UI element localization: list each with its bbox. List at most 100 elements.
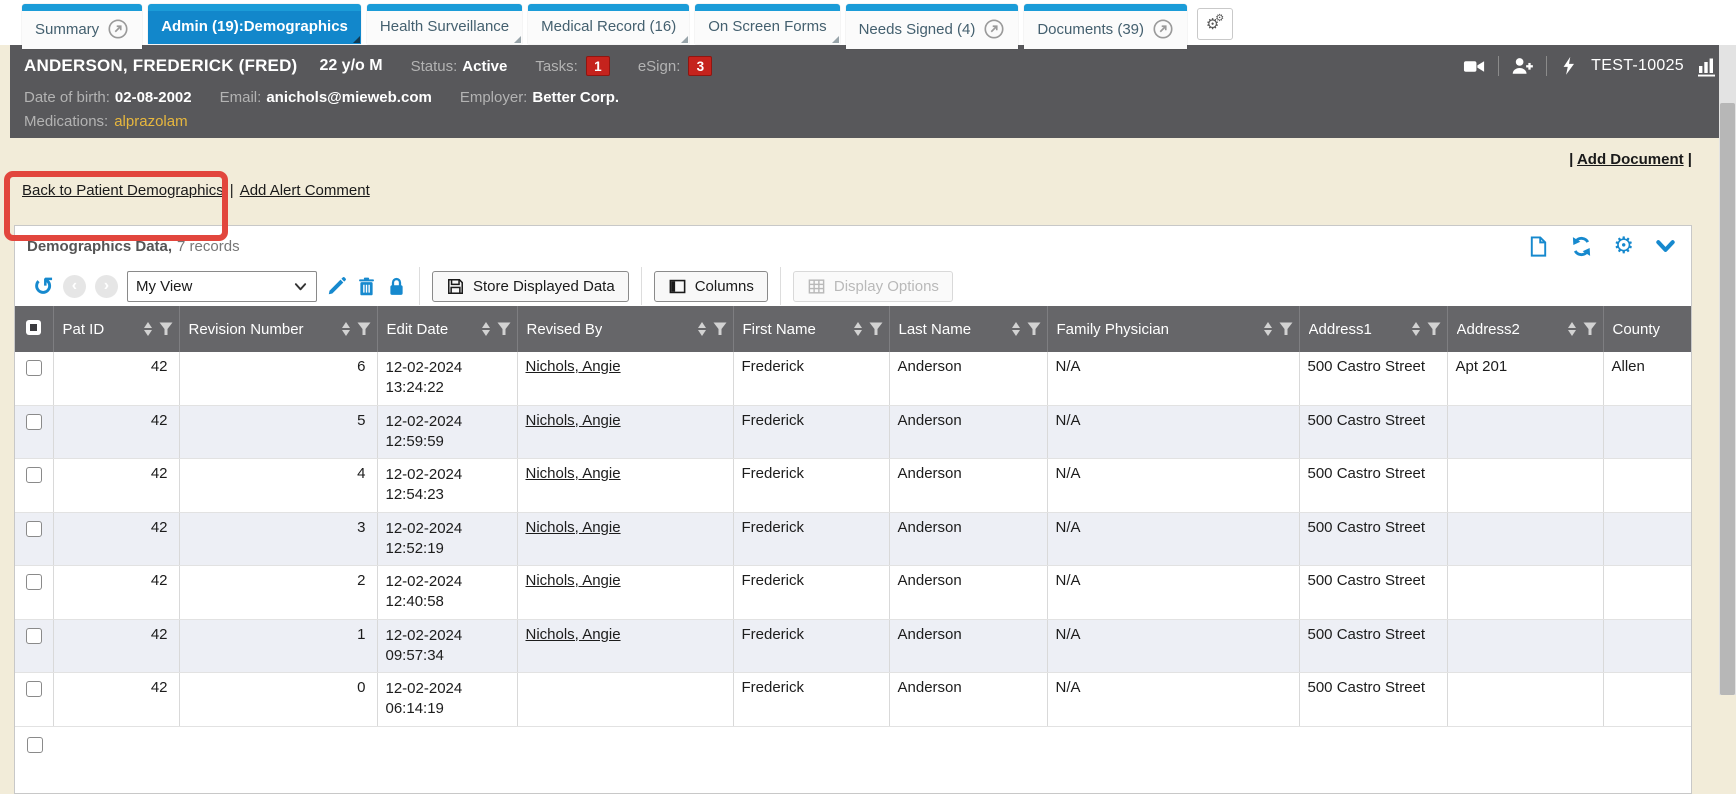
revised-by-link[interactable]: Nichols, Angie [526,572,621,589]
cell-address1: 500 Castro Street [1299,673,1447,727]
tab-label: Medical Record (16) [541,18,676,35]
refresh-icon[interactable] [1570,235,1593,258]
esign-badge[interactable]: 3 [688,56,712,76]
external-link-icon[interactable] [107,18,129,40]
cell-last-name: Anderson [889,459,1047,513]
cell-revised-by [517,673,733,727]
filter-funnel-icon[interactable] [1583,322,1597,336]
tab-summary[interactable]: Summary [22,4,142,49]
next-view-button[interactable]: › [95,275,118,298]
add-document-link[interactable]: Add Document [1577,151,1684,168]
bar-chart-icon[interactable] [1696,55,1718,77]
revised-by-link[interactable]: Nichols, Angie [526,358,621,375]
tab-needs-signed[interactable]: Needs Signed (4) [846,4,1019,49]
sort-icon[interactable] [482,322,490,336]
tab-documents[interactable]: Documents (39) [1024,4,1187,49]
sort-icon[interactable] [1012,322,1020,336]
filter-funnel-icon[interactable] [869,322,883,336]
revised-by-link[interactable]: Nichols, Angie [526,465,621,482]
sort-icon[interactable] [144,322,152,336]
new-document-icon[interactable] [1527,235,1550,258]
footer-select-checkbox[interactable] [27,737,43,753]
back-to-patient-demographics-link[interactable]: Back to Patient Demographics [22,182,224,199]
reset-view-icon[interactable]: ↺ [33,274,54,299]
row-checkbox[interactable] [26,467,42,483]
tab-dropdown-fold-icon [514,36,521,43]
demographics-data-panel: Demographics Data, 7 records ⚙ [14,225,1692,794]
employer-label: Employer: [460,89,528,106]
cell-address1: 500 Castro Street [1299,566,1447,620]
tab-settings-button[interactable]: ⚙ ⚙ [1197,8,1233,40]
cell-edit-date: 12-02-2024 13:24:22 [377,352,517,405]
vertical-scrollbar[interactable] [1719,45,1736,695]
external-link-icon[interactable] [983,18,1005,40]
add-person-icon[interactable] [1511,55,1534,78]
cell-last-name: Anderson [889,352,1047,405]
tasks-label: Tasks: [535,58,578,75]
tab-dropdown-fold-icon [681,36,688,43]
sort-icon[interactable] [1568,322,1576,336]
row-checkbox[interactable] [26,574,42,590]
lock-view-icon[interactable] [386,276,407,297]
table-row: 42 6 12-02-2024 13:24:22 Nichols, Angie … [15,352,1691,405]
row-checkbox[interactable] [26,628,42,644]
filter-funnel-icon[interactable] [357,322,371,336]
cell-edit-date: 12-02-2024 12:54:23 [377,459,517,513]
tab-label: Health Surveillance [380,18,509,35]
col-family-physician: Family Physician [1057,321,1170,338]
tab-medical-record[interactable]: Medical Record (16) [528,4,689,44]
cell-address2 [1447,619,1603,673]
scrollbar-thumb[interactable] [1720,103,1735,695]
tab-on-screen-forms[interactable]: On Screen Forms [695,4,839,44]
filter-funnel-icon[interactable] [1427,322,1441,336]
tab-dropdown-fold-icon [353,36,360,43]
sort-icon[interactable] [342,322,350,336]
columns-button[interactable]: Columns [654,271,768,302]
lightning-bolt-icon[interactable] [1559,56,1579,76]
filter-funnel-icon[interactable] [713,322,727,336]
filter-funnel-icon[interactable] [497,322,511,336]
select-all-checkbox[interactable] [26,320,41,335]
tab-health-surveillance[interactable]: Health Surveillance [367,4,522,44]
cell-family-physician: N/A [1047,619,1299,673]
grid-icon [807,277,826,296]
sort-icon[interactable] [698,322,706,336]
revised-by-link[interactable]: Nichols, Angie [526,626,621,643]
revised-by-link[interactable]: Nichols, Angie [526,412,621,429]
filter-funnel-icon[interactable] [1279,322,1293,336]
filter-funnel-icon[interactable] [159,322,173,336]
panel-title: Demographics Data, [27,238,172,255]
delete-view-trash-icon[interactable] [356,276,377,297]
add-alert-comment-link[interactable]: Add Alert Comment [240,182,370,199]
sort-icon[interactable] [854,322,862,336]
table-toolbar: ↺ ‹ › My View [15,266,1691,306]
table-row: 42 2 12-02-2024 12:40:58 Nichols, Angie … [15,566,1691,620]
medications-value[interactable]: alprazolam [114,113,187,130]
tab-label: Documents (39) [1037,21,1144,38]
cell-first-name: Frederick [733,619,889,673]
cell-pat-id: 42 [53,673,179,727]
demographics-links-row: Back to Patient Demographics | Add Alert… [14,177,1692,203]
store-displayed-data-button[interactable]: Store Displayed Data [432,271,629,302]
table-header-row: Pat ID Revision Number Edit Date Revised… [15,306,1691,352]
revised-by-link[interactable]: Nichols, Angie [526,519,621,536]
row-checkbox[interactable] [26,521,42,537]
external-link-icon[interactable] [1152,18,1174,40]
filter-funnel-icon[interactable] [1027,322,1041,336]
prev-view-button[interactable]: ‹ [63,275,86,298]
view-select[interactable]: My View [127,271,317,302]
table-footer-row [15,727,1691,793]
tab-admin-demographics[interactable]: Admin (19):Demographics [148,4,361,44]
settings-gear-icon[interactable]: ⚙ [1613,235,1634,258]
table-row: 42 5 12-02-2024 12:59:59 Nichols, Angie … [15,405,1691,459]
row-checkbox[interactable] [26,414,42,430]
edit-view-pencil-icon[interactable] [326,276,347,297]
tasks-badge[interactable]: 1 [586,56,610,76]
row-checkbox[interactable] [26,360,42,376]
sort-icon[interactable] [1264,322,1272,336]
video-camera-icon[interactable] [1463,55,1486,78]
collapse-chevron-icon[interactable] [1654,235,1677,258]
cell-family-physician: N/A [1047,405,1299,459]
sort-icon[interactable] [1412,322,1420,336]
cell-county: Allen [1603,352,1691,405]
